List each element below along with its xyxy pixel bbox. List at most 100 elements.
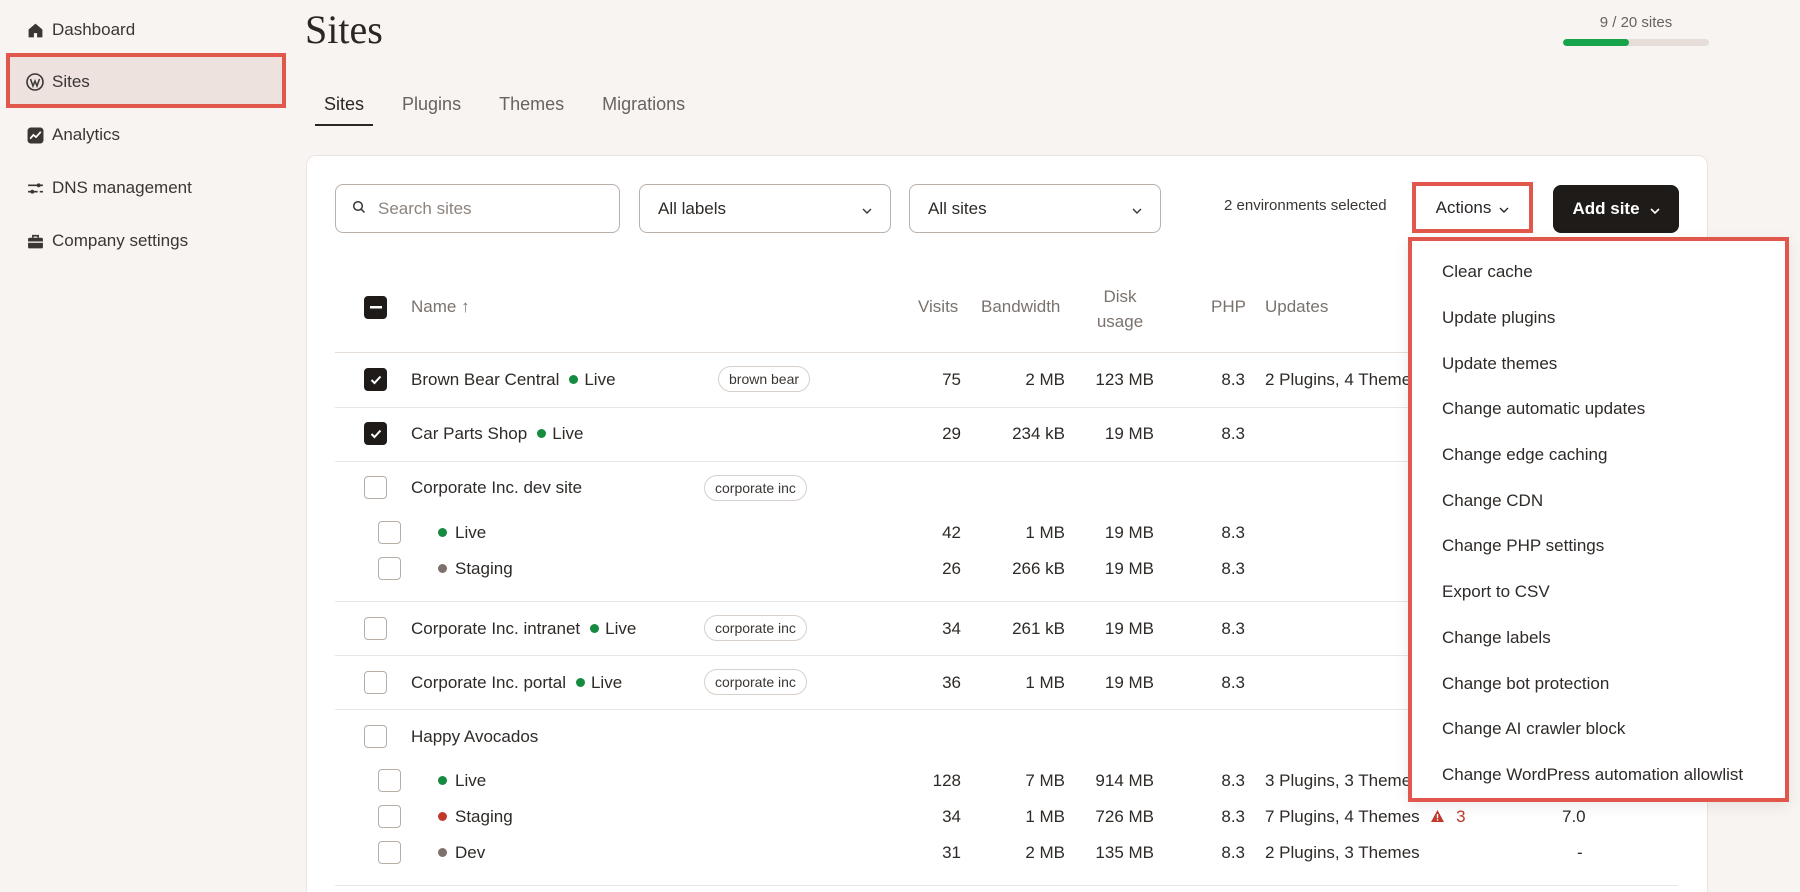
site-name[interactable]: Happy Avocados: [411, 727, 538, 747]
env-label: Live: [455, 771, 487, 790]
env-name[interactable]: Staging: [438, 559, 513, 579]
row-checkbox[interactable]: [364, 617, 387, 640]
visits-cell: 31: [942, 843, 961, 862]
sidebar-item-sites[interactable]: Sites: [26, 64, 90, 100]
updates-cell: 2 Plugins, 4 Themes: [1265, 370, 1420, 389]
actions-button[interactable]: Actions: [1412, 182, 1533, 233]
row-checkbox[interactable]: [364, 725, 387, 748]
row-checkbox[interactable]: [364, 476, 387, 499]
bandwidth-cell: 1 MB: [1025, 673, 1065, 692]
site-label-tag[interactable]: brown bear: [718, 366, 811, 392]
env-name[interactable]: Live: [438, 523, 486, 543]
env-checkbox[interactable]: [378, 557, 401, 580]
site-name-text: Car Parts Shop: [411, 424, 528, 443]
row-checkbox[interactable]: [364, 368, 387, 391]
env-checkbox[interactable]: [378, 805, 401, 828]
column-header-updates[interactable]: Updates: [1265, 297, 1328, 317]
disk-cell: 19 MB: [1104, 673, 1154, 692]
menu-item-change-labels[interactable]: Change labels: [1442, 628, 1551, 648]
tab-sites[interactable]: Sites: [305, 90, 383, 126]
php-cell: 8.3: [1221, 523, 1245, 542]
tab-migrations[interactable]: Migrations: [583, 90, 704, 126]
dns-icon: [26, 179, 44, 197]
row-checkbox[interactable]: [364, 422, 387, 445]
menu-item-update-themes[interactable]: Update themes: [1442, 354, 1557, 374]
site-name-text: Brown Bear Central: [411, 370, 560, 389]
sidebar-item-analytics[interactable]: Analytics: [26, 117, 120, 153]
select-all-checkbox[interactable]: [364, 296, 387, 319]
php-cell: 8.3: [1221, 807, 1245, 826]
sidebar-item-dashboard[interactable]: Dashboard: [26, 12, 135, 48]
search-input[interactable]: Search sites: [335, 184, 620, 233]
menu-item-change-wordpress-automation-allowlist[interactable]: Change WordPress automation allowlist: [1442, 765, 1743, 785]
menu-item-change-ai-crawler-block[interactable]: Change AI crawler block: [1442, 719, 1625, 739]
env-checkbox[interactable]: [378, 521, 401, 544]
column-header-disk-line1: Disk: [1103, 287, 1137, 306]
site-quota-bar: [1563, 39, 1709, 46]
extra-column-cell: 7.0: [1562, 807, 1586, 826]
column-header-name[interactable]: Name ↑: [411, 297, 470, 317]
sidebar-item-label: Sites: [52, 72, 90, 91]
menu-item-change-cdn[interactable]: Change CDN: [1442, 491, 1543, 511]
menu-item-clear-cache[interactable]: Clear cache: [1442, 262, 1533, 282]
status-dot: [438, 528, 447, 538]
disk-cell: 135 MB: [1095, 843, 1154, 862]
bandwidth-cell: 234 kB: [1012, 424, 1065, 443]
env-label: Dev: [455, 843, 486, 862]
column-header-bandwidth[interactable]: Bandwidth: [981, 297, 1060, 317]
row-checkbox[interactable]: [364, 671, 387, 694]
disk-cell: 726 MB: [1095, 807, 1154, 826]
status-dot: [438, 776, 447, 786]
status-dot: [537, 429, 547, 439]
page-title: Sites: [305, 7, 383, 52]
column-header-php[interactable]: PHP: [1211, 297, 1246, 317]
site-name[interactable]: Car Parts Shop Live: [411, 424, 583, 444]
env-checkbox[interactable]: [378, 841, 401, 864]
site-name[interactable]: Brown Bear Central Live: [411, 370, 616, 390]
status-dot: [438, 848, 447, 858]
site-quota-text: 9 / 20 sites: [1599, 14, 1673, 31]
site-name[interactable]: Corporate Inc. intranet Live: [411, 619, 636, 639]
briefcase-icon: [26, 232, 44, 250]
disk-cell: 19 MB: [1104, 619, 1154, 638]
env-name[interactable]: Dev: [438, 843, 485, 863]
add-site-button[interactable]: Add site: [1553, 185, 1679, 233]
site-label-tag[interactable]: corporate inc: [704, 475, 807, 501]
status-dot: [438, 812, 447, 822]
env-checkbox[interactable]: [378, 769, 401, 792]
menu-item-update-plugins[interactable]: Update plugins: [1442, 308, 1555, 328]
menu-item-change-edge-caching[interactable]: Change edge caching: [1442, 445, 1607, 465]
sidebar-item-label: Analytics: [52, 125, 121, 144]
disk-cell: 19 MB: [1104, 559, 1154, 578]
sidebar-item-label: Company settings: [52, 231, 189, 250]
labels-filter-select[interactable]: All labels: [639, 184, 891, 233]
visits-cell: 34: [942, 619, 961, 638]
search-icon: [352, 199, 366, 219]
tab-themes[interactable]: Themes: [480, 90, 583, 126]
env-name[interactable]: Staging: [438, 807, 513, 827]
sidebar-item-company-settings[interactable]: Company settings: [26, 223, 188, 259]
column-header-disk-usage[interactable]: Disk usage: [1085, 284, 1155, 334]
env-name[interactable]: Live: [438, 771, 486, 791]
menu-item-change-php-settings[interactable]: Change PHP settings: [1442, 536, 1604, 556]
actions-button-label: Actions: [1435, 197, 1492, 217]
site-name-text: Corporate Inc. portal: [411, 673, 566, 692]
menu-item-change-bot-protection[interactable]: Change bot protection: [1442, 674, 1609, 694]
status-dot: [575, 678, 585, 688]
site-name[interactable]: Corporate Inc. portal Live: [411, 673, 622, 693]
site-label-tag[interactable]: corporate inc: [704, 615, 807, 641]
site-name[interactable]: Corporate Inc. dev site: [411, 478, 582, 498]
sidebar-item-dns-management[interactable]: DNS management: [26, 170, 192, 206]
add-site-label: Add site: [1572, 199, 1640, 218]
column-header-visits[interactable]: Visits: [918, 297, 958, 317]
disk-cell: 19 MB: [1104, 523, 1154, 542]
bandwidth-cell: 1 MB: [1025, 807, 1065, 826]
env-label: Staging: [455, 559, 513, 578]
menu-item-export-to-csv[interactable]: Export to CSV: [1442, 582, 1550, 602]
menu-item-change-automatic-updates[interactable]: Change automatic updates: [1442, 399, 1645, 419]
updates-cell: 3 Plugins, 3 Themes: [1265, 771, 1420, 790]
sites-filter-select[interactable]: All sites: [909, 184, 1161, 233]
site-label-tag[interactable]: corporate inc: [704, 669, 807, 695]
tab-plugins[interactable]: Plugins: [383, 90, 480, 126]
visits-cell: 26: [942, 559, 961, 578]
